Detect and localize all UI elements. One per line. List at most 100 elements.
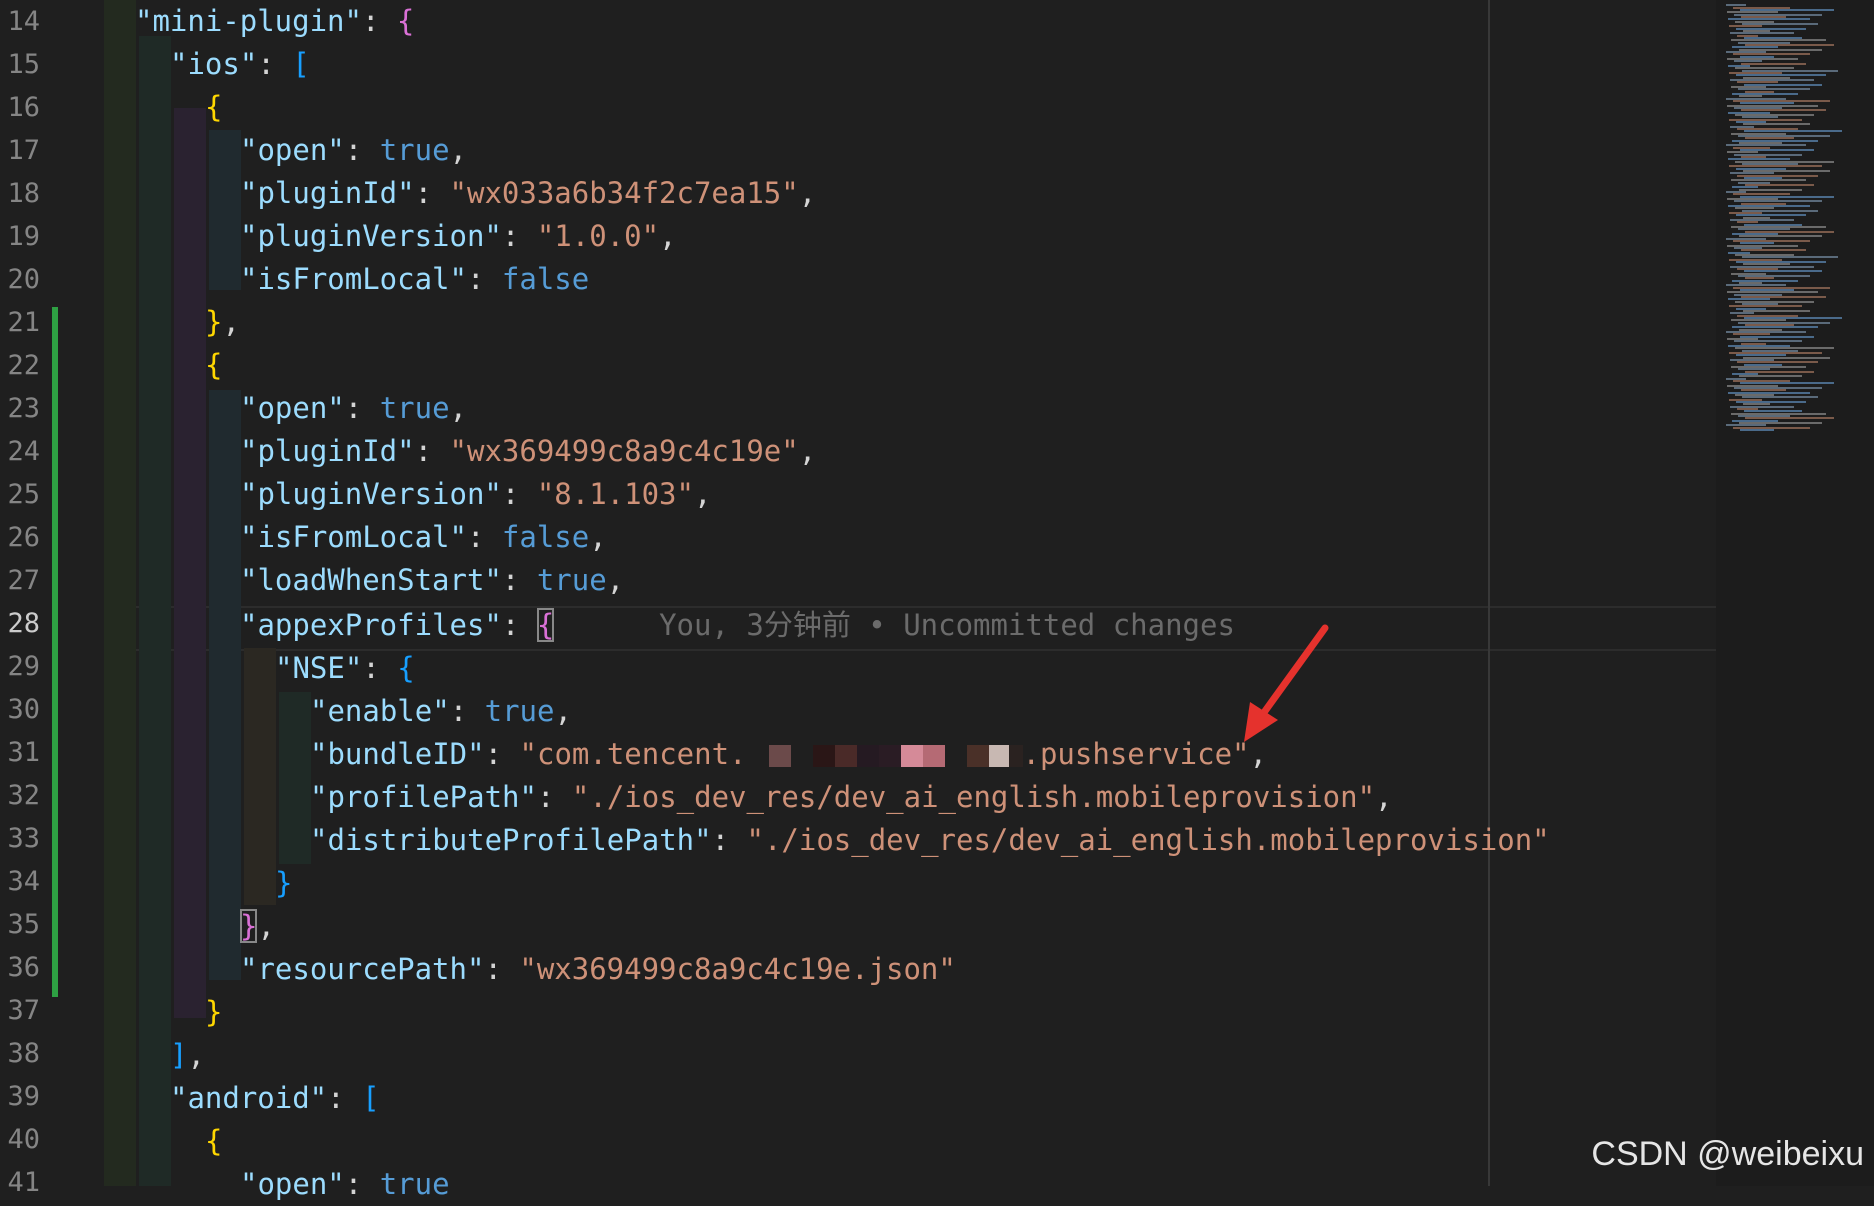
line-number[interactable]: 26 xyxy=(0,516,40,559)
line-number[interactable]: 14 xyxy=(0,0,40,43)
code-line-19[interactable]: "pluginVersion": "1.0.0", xyxy=(240,215,677,258)
code-line-31[interactable]: "bundleID": "com.tencent. .pushservice", xyxy=(310,733,1267,776)
code-line-22[interactable]: { xyxy=(205,344,222,387)
minimap-line xyxy=(1737,221,1758,223)
json-key: "pluginId" xyxy=(240,176,415,210)
git-added-indicator[interactable] xyxy=(52,307,58,997)
colon: : xyxy=(414,434,450,468)
minimap-line xyxy=(1743,263,1790,265)
line-number[interactable]: 39 xyxy=(0,1075,40,1118)
code-line-26[interactable]: "isFromLocal": false, xyxy=(240,516,607,559)
code-line-20[interactable]: "isFromLocal": false xyxy=(240,258,589,301)
line-number[interactable]: 25 xyxy=(0,473,40,516)
line-number[interactable]: 24 xyxy=(0,430,40,473)
line-number[interactable]: 35 xyxy=(0,903,40,946)
code-line-29[interactable]: "NSE": { xyxy=(275,647,415,690)
minimap-line xyxy=(1737,361,1818,363)
line-number[interactable]: 38 xyxy=(0,1032,40,1075)
json-string: "8.1.103" xyxy=(536,477,694,511)
json-string: .pushservice" xyxy=(1022,737,1250,771)
bracket: [ xyxy=(292,47,310,81)
minimap-line xyxy=(1736,214,1806,216)
minimap-line xyxy=(1736,74,1826,76)
code-line-16[interactable]: { xyxy=(205,86,222,129)
minimap-line xyxy=(1739,235,1822,237)
line-number[interactable]: 34 xyxy=(0,860,40,903)
json-boolean: false xyxy=(501,262,590,296)
code-line-23[interactable]: "open": true, xyxy=(240,387,467,430)
line-number[interactable]: 30 xyxy=(0,688,40,731)
minimap[interactable] xyxy=(1716,0,1874,1186)
json-key: "resourcePath" xyxy=(240,952,485,986)
line-number[interactable]: 37 xyxy=(0,989,40,1032)
line-number[interactable]: 15 xyxy=(0,43,40,86)
colon: : xyxy=(711,823,747,857)
line-number[interactable]: 17 xyxy=(0,129,40,172)
code-line-18[interactable]: "pluginId": "wx033a6b34f2c7ea15", xyxy=(240,172,816,215)
code-line-27[interactable]: "loadWhenStart": true, xyxy=(240,559,624,602)
minimap-line xyxy=(1744,130,1842,132)
comma: , xyxy=(1375,780,1393,814)
minimap-line xyxy=(1734,60,1762,62)
line-number[interactable]: 20 xyxy=(0,258,40,301)
code-line-25[interactable]: "pluginVersion": "8.1.103", xyxy=(240,473,711,516)
colon: : xyxy=(484,952,520,986)
code-line-14[interactable]: "mini-plugin": { xyxy=(135,0,414,43)
minimap-line xyxy=(1726,144,1806,146)
line-number[interactable]: 41 xyxy=(0,1161,40,1204)
code-line-30[interactable]: "enable": true, xyxy=(310,690,572,733)
json-key: "bundleID" xyxy=(310,737,485,771)
minimap-line xyxy=(1733,333,1770,335)
minimap-line xyxy=(1729,165,1822,167)
json-key: "NSE" xyxy=(275,651,363,685)
json-boolean: true xyxy=(484,694,555,728)
line-number[interactable]: 21 xyxy=(0,301,40,344)
code-line-37[interactable]: } xyxy=(205,991,222,1034)
line-number[interactable]: 33 xyxy=(0,817,40,860)
line-number[interactable]: 18 xyxy=(0,172,40,215)
minimap-line xyxy=(1742,256,1838,258)
colon: : xyxy=(361,4,397,38)
code-line-34[interactable]: } xyxy=(275,862,292,905)
line-number[interactable]: 16 xyxy=(0,86,40,129)
code-line-21[interactable]: }, xyxy=(205,301,240,344)
json-string: "1.0.0" xyxy=(536,219,660,253)
json-string: "com.tencent. xyxy=(519,737,747,771)
colon: : xyxy=(501,219,537,253)
git-blame-annotation[interactable]: You, 3分钟前 • Uncommitted changes xyxy=(659,608,1235,642)
minimap-line xyxy=(1739,375,1802,377)
code-line-24[interactable]: "pluginId": "wx369499c8a9c4c19e", xyxy=(240,430,816,473)
line-number[interactable]: 29 xyxy=(0,645,40,688)
code-line-28[interactable]: "appexProfiles": { You, 3分钟前 • Uncommitt… xyxy=(240,604,1235,647)
line-number[interactable]: 40 xyxy=(0,1118,40,1161)
code-line-40[interactable]: { xyxy=(205,1120,222,1163)
code-line-35[interactable]: }, xyxy=(240,905,275,948)
minimap-line xyxy=(1739,95,1762,97)
code-editor[interactable]: "mini-plugin": { "ios": [ { "open": true… xyxy=(100,0,1714,1201)
code-line-15[interactable]: "ios": [ xyxy=(170,43,310,86)
matched-bracket: } xyxy=(240,909,258,943)
comma: , xyxy=(798,434,817,468)
code-line-17[interactable]: "open": true, xyxy=(240,129,467,172)
comma: , xyxy=(554,694,572,728)
code-line-38[interactable]: ], xyxy=(170,1034,205,1077)
colon: : xyxy=(344,391,380,425)
line-number[interactable]: 32 xyxy=(0,774,40,817)
line-number[interactable]: 28 xyxy=(0,602,40,645)
code-line-39[interactable]: "android": [ xyxy=(170,1077,380,1120)
code-line-32[interactable]: "profilePath": "./ios_dev_res/dev_ai_eng… xyxy=(310,776,1393,819)
line-number[interactable]: 31 xyxy=(0,731,40,774)
code-line-36[interactable]: "resourcePath": "wx369499c8a9c4c19e.json… xyxy=(240,948,956,991)
json-boolean: true xyxy=(379,1167,450,1201)
line-number[interactable]: 19 xyxy=(0,215,40,258)
line-number[interactable]: 36 xyxy=(0,946,40,989)
bracket: { xyxy=(205,90,223,124)
code-line-33[interactable]: "distributeProfilePath": "./ios_dev_res/… xyxy=(310,819,1550,862)
minimap-line xyxy=(1741,249,1806,251)
bracket: { xyxy=(396,4,415,38)
line-number[interactable]: 27 xyxy=(0,559,40,602)
line-number[interactable]: 23 xyxy=(0,387,40,430)
code-line-41[interactable]: "open": true xyxy=(240,1163,450,1206)
colon: : xyxy=(501,608,537,642)
line-number[interactable]: 22 xyxy=(0,344,40,387)
